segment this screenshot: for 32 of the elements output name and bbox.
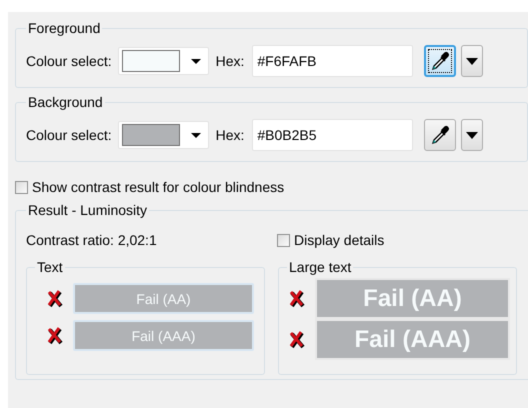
caret-icon — [190, 58, 201, 64]
colour-select-label: Colour select: — [26, 53, 112, 69]
group-title: Result - Luminosity — [26, 202, 150, 218]
hex-field[interactable]: #F6FAFB — [252, 45, 414, 77]
caret-icon — [190, 132, 201, 138]
eyedropper-button[interactable] — [424, 119, 456, 151]
caret-icon — [466, 58, 478, 64]
result-label: Fail (AAA) — [73, 320, 254, 351]
eyedropper-icon — [430, 125, 450, 145]
eyedropper-button[interactable] — [424, 45, 456, 77]
hex-label: Hex: — [216, 53, 244, 69]
group-title: Foreground — [26, 20, 102, 36]
checkbox[interactable] — [15, 180, 28, 194]
hex-label: Hex: — [216, 127, 244, 143]
eyedropper-icon — [430, 51, 450, 71]
colour-select-dropdown[interactable] — [118, 47, 209, 75]
result-label: Fail (AAA) — [315, 319, 510, 360]
checkbox-label: Display details — [294, 232, 384, 248]
group-title: Large text — [287, 259, 354, 275]
group-title: Background — [26, 94, 105, 110]
group-title: Text — [35, 259, 65, 275]
checkbox[interactable] — [277, 234, 290, 246]
checkbox-label: Show contrast result for colour blindness — [32, 179, 284, 195]
dropdown-button[interactable] — [461, 45, 484, 77]
colour-select-label: Colour select: — [26, 127, 112, 143]
result-label: Fail (AA) — [73, 283, 254, 314]
result-label: Fail (AA) — [315, 278, 510, 319]
contrast-ratio: Contrast ratio: 2,02:1 — [26, 232, 158, 248]
dropdown-button[interactable] — [461, 119, 484, 151]
caret-icon — [466, 132, 478, 138]
colour-select-dropdown[interactable] — [118, 121, 209, 149]
hex-field[interactable]: #B0B2B5 — [252, 119, 414, 151]
